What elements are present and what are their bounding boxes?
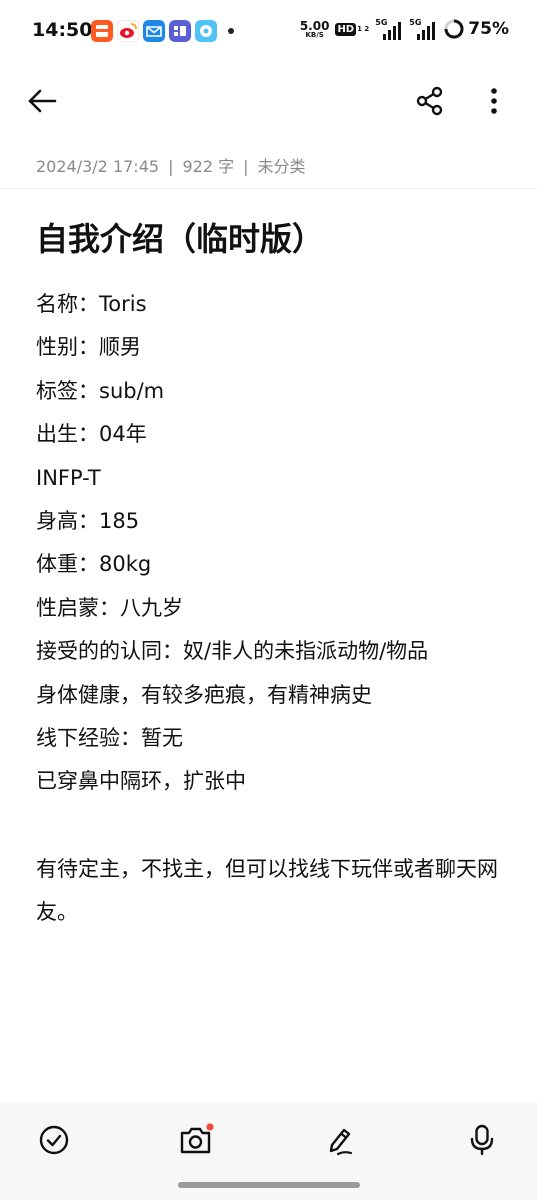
note-toolbar xyxy=(0,72,537,130)
note-blank-line xyxy=(36,805,506,848)
notification-icons xyxy=(91,20,234,42)
signal-1: 5G xyxy=(375,18,403,40)
camera-badge-dot xyxy=(206,1123,214,1131)
status-time: 14:50 xyxy=(32,19,93,41)
checklist-button[interactable] xyxy=(34,1120,74,1160)
note-line: 标签：sub/m xyxy=(36,378,165,403)
network-speed: 5.00 KB/S xyxy=(300,20,330,39)
note-line: 性别：顺男 xyxy=(36,335,141,360)
note-category[interactable]: 未分类 xyxy=(257,157,305,176)
note-title[interactable]: 自我介绍（临时版） xyxy=(36,214,324,260)
note-line: 体重：80kg xyxy=(36,552,152,577)
note-line: 已穿鼻中隔环，扩张中 xyxy=(36,769,246,794)
hd-label: HD xyxy=(335,22,357,36)
battery-ring-icon xyxy=(444,19,464,39)
note-line: 出生：04年 xyxy=(36,422,147,447)
share-icon xyxy=(416,86,443,116)
signal-1-bars-icon xyxy=(383,22,402,40)
note-closing: 有待定主，不找主，但可以找线下玩伴或者聊天网友。 xyxy=(36,857,498,925)
microphone-icon xyxy=(470,1124,494,1156)
hd-sub: 1 2 xyxy=(357,24,370,33)
voice-input-button[interactable] xyxy=(462,1120,502,1160)
app-icon xyxy=(195,20,217,42)
mail-icon xyxy=(143,20,165,42)
battery: 75% xyxy=(443,18,509,40)
note-line: 身高：185 xyxy=(36,508,140,533)
note-word-count: 922 字 xyxy=(182,157,235,176)
share-button[interactable] xyxy=(412,84,448,118)
tieba-icon xyxy=(169,20,191,42)
note-meta: 2024/3/2 17:45 | 922 字 | 未分类 xyxy=(36,153,306,177)
meta-separator: | xyxy=(168,157,174,176)
taobao-icon xyxy=(91,20,113,42)
camera-button[interactable] xyxy=(176,1120,216,1160)
hd-badge: HD 1 2 xyxy=(335,22,370,36)
note-body[interactable]: 名称：Toris 性别：顺男 标签：sub/m 出生：04年 INFP-T 身高… xyxy=(36,284,506,935)
status-bar: 14:50 5.00 KB/S HD 1 2 5G 5G 75% xyxy=(0,0,537,64)
signal-2-bars-icon xyxy=(417,22,436,40)
note-line: 线下经验：暂无 xyxy=(36,725,183,750)
note-line: INFP-T xyxy=(36,465,101,490)
note-line: 接受的的认同：奴/非人的未指派动物/物品 xyxy=(36,639,429,664)
divider xyxy=(0,188,537,189)
more-options-button[interactable] xyxy=(480,84,508,118)
pen-icon xyxy=(329,1128,353,1156)
camera-icon xyxy=(180,1123,214,1154)
note-line: 名称：Toris xyxy=(36,292,147,316)
network-speed-value: 5.00 xyxy=(299,18,330,33)
handwriting-button[interactable] xyxy=(320,1120,360,1160)
checkmark-circle-icon xyxy=(39,1125,69,1155)
more-vertical-icon xyxy=(491,88,497,114)
arrow-left-icon xyxy=(28,89,57,113)
more-notifications-dot xyxy=(228,28,234,34)
status-right: 5.00 KB/S HD 1 2 5G 5G 75% xyxy=(300,18,509,40)
network-speed-unit: KB/S xyxy=(305,30,324,39)
back-button[interactable] xyxy=(24,86,60,116)
home-indicator[interactable] xyxy=(178,1182,360,1188)
weibo-icon xyxy=(117,20,139,42)
note-line: 性启蒙：八九岁 xyxy=(36,595,183,620)
meta-separator: | xyxy=(243,157,249,176)
note-line: 身体健康，有较多疤痕，有精神病史 xyxy=(36,682,372,707)
battery-percent: 75% xyxy=(468,19,509,39)
note-date: 2024/3/2 17:45 xyxy=(36,157,160,176)
signal-2: 5G xyxy=(409,18,437,40)
